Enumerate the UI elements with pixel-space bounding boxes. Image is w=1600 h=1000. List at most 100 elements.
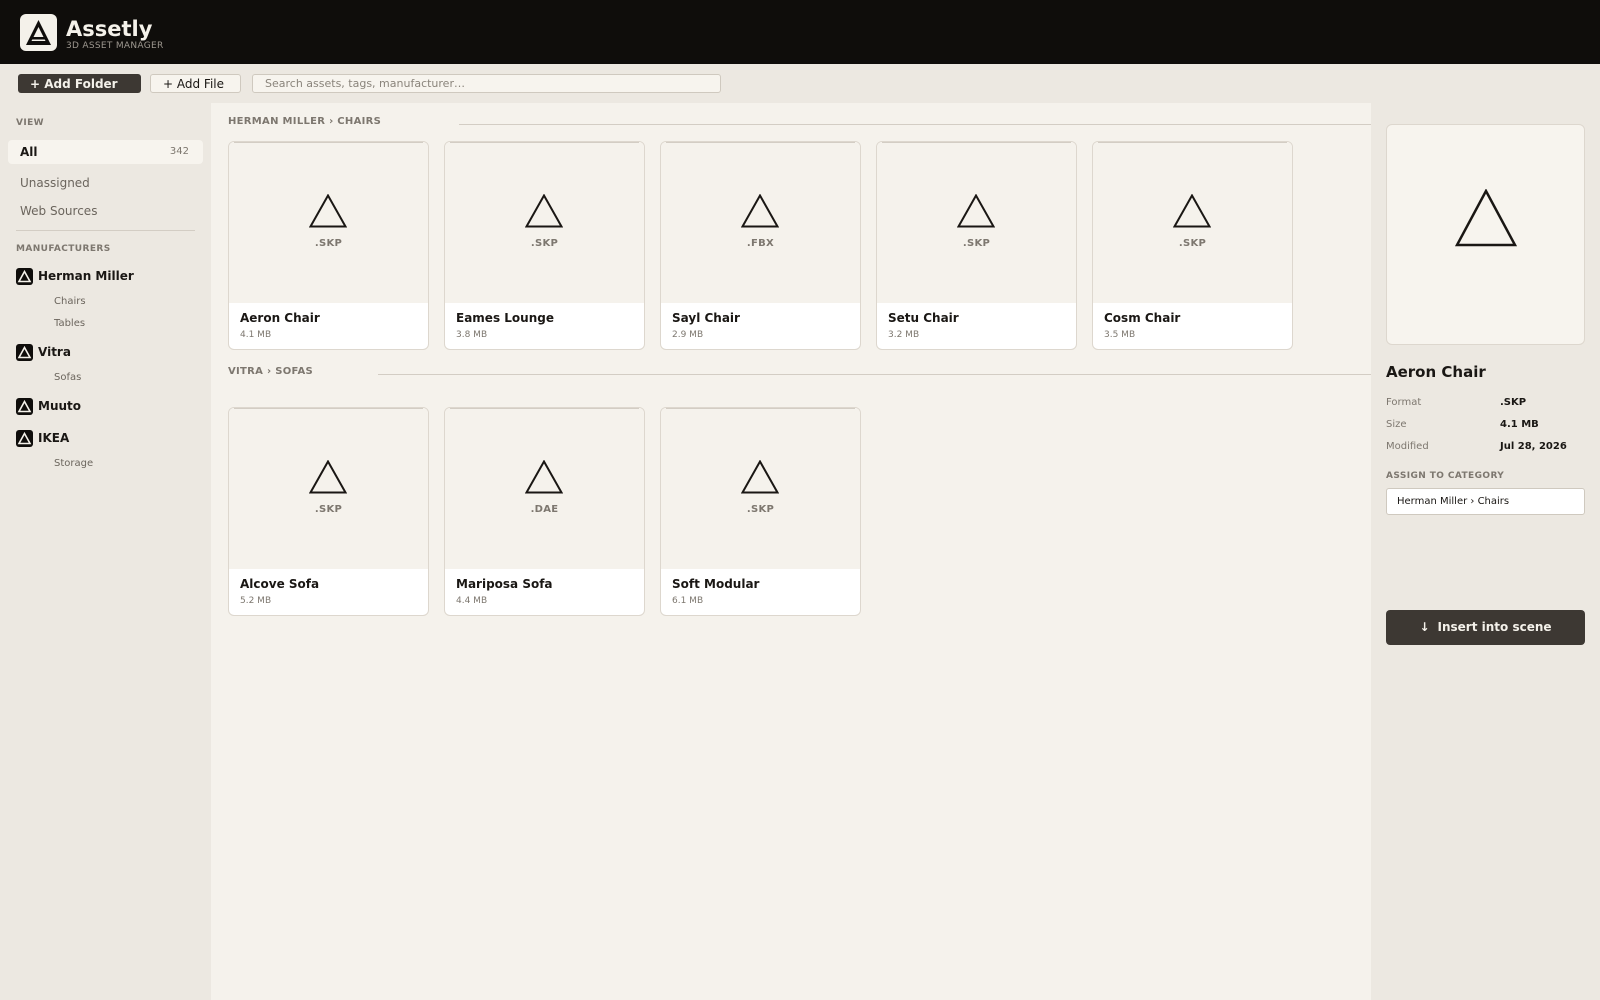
thumbnail-topline: [1098, 142, 1287, 143]
manufacturer-name: IKEA: [38, 431, 70, 445]
asset-format: .FBX: [746, 238, 775, 249]
view-section-label: VIEW: [16, 118, 44, 128]
asset-thumbnail: .SKP: [229, 408, 428, 569]
asset-size: 2.9 MB: [672, 330, 704, 340]
sidebar-subitem-sofas[interactable]: Sofas: [54, 372, 81, 383]
model-triangle-icon: [525, 460, 563, 494]
asset-name: Setu Chair: [888, 311, 959, 325]
manufacturer-name: Vitra: [38, 345, 71, 359]
asset-card[interactable]: .SKP Soft Modular 6.1 MB: [660, 407, 861, 616]
sidebar-item-count: 342: [169, 146, 189, 157]
asset-thumbnail: .SKP: [229, 142, 428, 303]
meta-key-format: Format: [1386, 397, 1422, 408]
asset-thumbnail: .SKP: [877, 142, 1076, 303]
preview-triangle-icon: [1455, 189, 1517, 247]
brand-triangle-icon: [16, 398, 33, 415]
asset-format: .SKP: [314, 504, 343, 515]
asset-grid: HERMAN MILLER › CHAIRS .SKP Aeron Chair …: [211, 103, 1371, 1000]
asset-card[interactable]: .SKP Setu Chair 3.2 MB: [876, 141, 1077, 350]
app-header: Assetly 3D ASSET MANAGER: [0, 0, 1600, 64]
app-title: Assetly: [66, 17, 153, 41]
section-divider: [459, 124, 1371, 125]
asset-format: .SKP: [1178, 238, 1207, 249]
asset-card[interactable]: .SKP Aeron Chair 4.1 MB: [228, 141, 429, 350]
asset-thumbnail: .SKP: [1093, 142, 1292, 303]
thumbnail-topline: [666, 142, 855, 143]
asset-thumbnail: .DAE: [445, 408, 644, 569]
asset-size: 6.1 MB: [672, 596, 704, 606]
sidebar-item-web-sources[interactable]: Web Sources: [20, 204, 97, 218]
asset-card[interactable]: .FBX Sayl Chair 2.9 MB: [660, 141, 861, 350]
sidebar-item-all[interactable]: All 342: [8, 140, 203, 164]
insert-into-scene-button[interactable]: ↓ Insert into scene: [1386, 610, 1585, 645]
sidebar-subitem-chairs[interactable]: Chairs: [54, 296, 86, 307]
add-folder-button[interactable]: + Add Folder: [18, 74, 141, 93]
search-input[interactable]: [252, 74, 721, 93]
asset-size: 5.2 MB: [240, 596, 272, 606]
asset-thumbnail: .SKP: [445, 142, 644, 303]
insert-button-label: Insert into scene: [1437, 620, 1552, 634]
brand-triangle-icon: [16, 430, 33, 447]
model-triangle-icon: [309, 460, 347, 494]
asset-name: Sayl Chair: [672, 311, 740, 325]
asset-format: .DAE: [530, 504, 559, 515]
app-logo-icon: [20, 14, 57, 51]
asset-size: 4.1 MB: [240, 330, 272, 340]
meta-value-size: 4.1 MB: [1500, 419, 1539, 430]
asset-name: Soft Modular: [672, 577, 760, 591]
model-triangle-icon: [741, 194, 779, 228]
asset-card[interactable]: .SKP Eames Lounge 3.8 MB: [444, 141, 645, 350]
asset-format: .SKP: [530, 238, 559, 249]
sidebar: VIEW All 342 Unassigned Web Sources MANU…: [0, 104, 211, 1000]
thumbnail-topline: [450, 142, 639, 143]
down-arrow-icon: ↓: [1419, 620, 1430, 634]
app-subtitle: 3D ASSET MANAGER: [66, 41, 164, 51]
thumbnail-topline: [882, 142, 1071, 143]
asset-size: 3.5 MB: [1104, 330, 1136, 340]
add-file-button[interactable]: + Add File: [150, 74, 241, 93]
section-title-vitra-sofas: VITRA › SOFAS: [228, 366, 314, 377]
assign-category-select[interactable]: Herman Miller › Chairs: [1386, 488, 1585, 515]
asset-size: 3.8 MB: [456, 330, 488, 340]
thumbnail-topline: [234, 408, 423, 409]
sidebar-subitem-tables[interactable]: Tables: [54, 318, 85, 329]
asset-card[interactable]: .SKP Cosm Chair 3.5 MB: [1092, 141, 1293, 350]
meta-value-modified: Jul 28, 2026: [1500, 441, 1567, 452]
asset-name: Aeron Chair: [240, 311, 320, 325]
brand-triangle-icon: [16, 268, 33, 285]
asset-format: .SKP: [746, 504, 775, 515]
sidebar-divider: [16, 230, 195, 231]
manufacturers-section-label: MANUFACTURERS: [16, 244, 111, 254]
model-triangle-icon: [957, 194, 995, 228]
asset-thumbnail: .FBX: [661, 142, 860, 303]
asset-card[interactable]: .DAE Mariposa Sofa 4.4 MB: [444, 407, 645, 616]
asset-size: 4.4 MB: [456, 596, 488, 606]
asset-format: .SKP: [962, 238, 991, 249]
meta-key-size: Size: [1386, 419, 1407, 430]
asset-name: Cosm Chair: [1104, 311, 1181, 325]
brand-triangle-icon: [16, 344, 33, 361]
meta-key-modified: Modified: [1386, 441, 1429, 452]
asset-name: Alcove Sofa: [240, 577, 320, 591]
manufacturer-name: Herman Miller: [38, 269, 134, 283]
asset-name: Eames Lounge: [456, 311, 554, 325]
asset-size: 3.2 MB: [888, 330, 920, 340]
asset-name: Mariposa Sofa: [456, 577, 553, 591]
sidebar-item-unassigned[interactable]: Unassigned: [20, 176, 90, 190]
asset-preview: [1386, 124, 1585, 345]
model-triangle-icon: [525, 194, 563, 228]
sidebar-subitem-storage[interactable]: Storage: [54, 458, 93, 469]
asset-thumbnail: .SKP: [661, 408, 860, 569]
thumbnail-topline: [234, 142, 423, 143]
model-triangle-icon: [309, 194, 347, 228]
section-divider: [378, 374, 1371, 375]
detail-title: Aeron Chair: [1386, 363, 1486, 381]
section-title-herman-miller-chairs: HERMAN MILLER › CHAIRS: [228, 116, 382, 127]
manufacturer-name: Muuto: [38, 399, 82, 413]
asset-format: .SKP: [314, 238, 343, 249]
assign-category-label: ASSIGN TO CATEGORY: [1386, 471, 1505, 481]
asset-card[interactable]: .SKP Alcove Sofa 5.2 MB: [228, 407, 429, 616]
model-triangle-icon: [741, 460, 779, 494]
model-triangle-icon: [1173, 194, 1211, 228]
thumbnail-topline: [450, 408, 639, 409]
